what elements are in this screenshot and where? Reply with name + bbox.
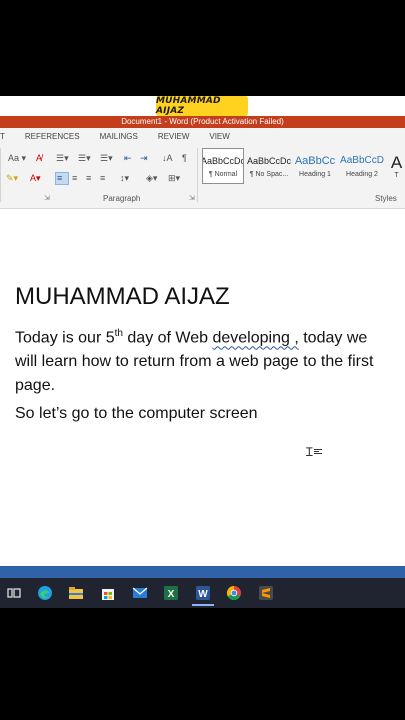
watermark-badge: MUHAMMAD AIJAZ <box>156 96 248 116</box>
active-app-indicator <box>192 604 214 606</box>
chrome-icon[interactable] <box>226 585 242 601</box>
excel-icon[interactable]: X <box>163 585 179 601</box>
superscript: th <box>114 328 123 339</box>
line-spacing-icon[interactable]: ↕▾ <box>120 172 129 184</box>
style-preview: AaBbCcDc <box>247 156 291 166</box>
text-run: day of Web <box>122 329 213 347</box>
style-preview: AaBbCcDc <box>202 156 244 166</box>
file-explorer-icon[interactable] <box>68 585 84 601</box>
sort-icon[interactable]: ↓A <box>162 152 173 164</box>
style-preview: AaBbCcD <box>340 155 384 166</box>
borders-icon[interactable]: ⊞▾ <box>168 172 180 184</box>
align-right-icon[interactable]: ≡ <box>86 172 91 184</box>
edge-icon[interactable] <box>37 585 53 601</box>
text-run: Today is our 5 <box>15 329 115 347</box>
shading-icon[interactable]: ◈▾ <box>146 172 157 184</box>
align-center-icon[interactable]: ≡ <box>72 172 77 184</box>
font-color-icon[interactable]: A▾ <box>30 172 41 184</box>
spelling-flag[interactable]: developing , <box>212 329 298 346</box>
decrease-indent-icon[interactable]: ⇤ <box>124 152 132 164</box>
window-title-bar: Document1 - Word (Product Activation Fai… <box>0 116 405 128</box>
style-name: ¶ Normal <box>208 171 238 178</box>
style-name: T <box>394 171 399 179</box>
change-case-label: Aa <box>8 153 20 163</box>
style-name: Heading 1 <box>299 171 331 178</box>
task-view-icon[interactable] <box>6 585 22 601</box>
screen: Document1 - Word (Product Activation Fai… <box>0 96 405 608</box>
bullets-icon[interactable]: ☰▾ <box>56 152 69 164</box>
styles-group-label: Styles <box>375 194 397 203</box>
style-no-spacing[interactable]: AaBbCcDc ¶ No Spac... <box>247 148 291 184</box>
tab-mailings[interactable]: MAILINGS <box>90 132 148 141</box>
sublime-text-icon[interactable] <box>258 585 274 601</box>
taskbar: X W <box>0 578 405 608</box>
style-heading-2[interactable]: AaBbCcD Heading 2 <box>340 148 384 184</box>
text-cursor-icon: Ɪ <box>306 445 313 459</box>
word-icon[interactable]: W <box>195 585 211 601</box>
tab-layout[interactable]: T <box>0 132 15 141</box>
paragraph-group-label: Paragraph <box>103 194 141 203</box>
numbering-icon[interactable]: ☰▾ <box>78 152 91 164</box>
style-normal[interactable]: AaBbCcDc ¶ Normal <box>202 148 244 184</box>
style-preview: AaBbCc <box>294 155 336 167</box>
paragraph-dialog-launcher-icon[interactable]: ⇲ <box>189 194 195 202</box>
paragraph-mark-icon <box>314 449 322 455</box>
multilevel-list-icon[interactable]: ☰▾ <box>100 152 113 164</box>
tab-review[interactable]: REVIEW <box>148 132 200 141</box>
increase-indent-icon[interactable]: ⇥ <box>140 152 148 164</box>
document-paragraph-2: So let’s go to the computer screen <box>15 405 258 422</box>
ribbon-separator <box>0 148 1 202</box>
tab-references[interactable]: REFERENCES <box>15 132 90 141</box>
change-case-button[interactable]: Aa ▾ <box>8 152 26 164</box>
style-name: ¶ No Spac... <box>249 171 289 178</box>
document-heading: MUHAMMAD AIJAZ <box>15 283 230 310</box>
store-icon[interactable] <box>100 585 116 601</box>
window-title: Document1 - Word (Product Activation Fai… <box>121 117 284 126</box>
show-formatting-icon[interactable]: ¶ <box>182 152 187 164</box>
desktop-strip <box>0 566 405 578</box>
style-title[interactable]: A T <box>388 148 405 184</box>
paragraph-line-2: will learn how to return from a web page… <box>15 353 374 371</box>
paragraph-line-3: page. <box>15 377 56 395</box>
style-name: Heading 2 <box>346 171 378 178</box>
document-paragraph-1: Today is our 5th day of Web developing ,… <box>15 322 405 398</box>
highlight-color-icon[interactable]: ✎▾ <box>6 172 18 184</box>
svg-text:X: X <box>168 589 175 600</box>
ribbon-separator <box>197 148 198 202</box>
clear-formatting-icon[interactable]: A̸ <box>36 152 42 164</box>
mail-icon[interactable] <box>132 585 148 601</box>
justify-icon[interactable]: ≡ <box>100 172 105 184</box>
style-heading-1[interactable]: AaBbCc Heading 1 <box>294 148 336 184</box>
paragraph-line-1: Today is our 5th day of Web developing ,… <box>15 322 405 350</box>
text-run: today we <box>298 329 368 347</box>
tab-view[interactable]: VIEW <box>199 132 239 141</box>
ribbon: Aa ▾ A̸ ☰▾ ☰▾ ☰▾ ⇤ ⇥ ↓A ¶ ✎▾ A▾ ≡ ≡ ≡ ≡ … <box>0 144 405 209</box>
align-left-icon[interactable]: ≡ <box>57 172 62 184</box>
font-dialog-launcher-icon[interactable]: ⇲ <box>44 194 50 202</box>
style-preview: A <box>390 152 403 172</box>
ribbon-tabs: T REFERENCES MAILINGS REVIEW VIEW <box>0 128 405 144</box>
svg-text:W: W <box>198 589 208 600</box>
